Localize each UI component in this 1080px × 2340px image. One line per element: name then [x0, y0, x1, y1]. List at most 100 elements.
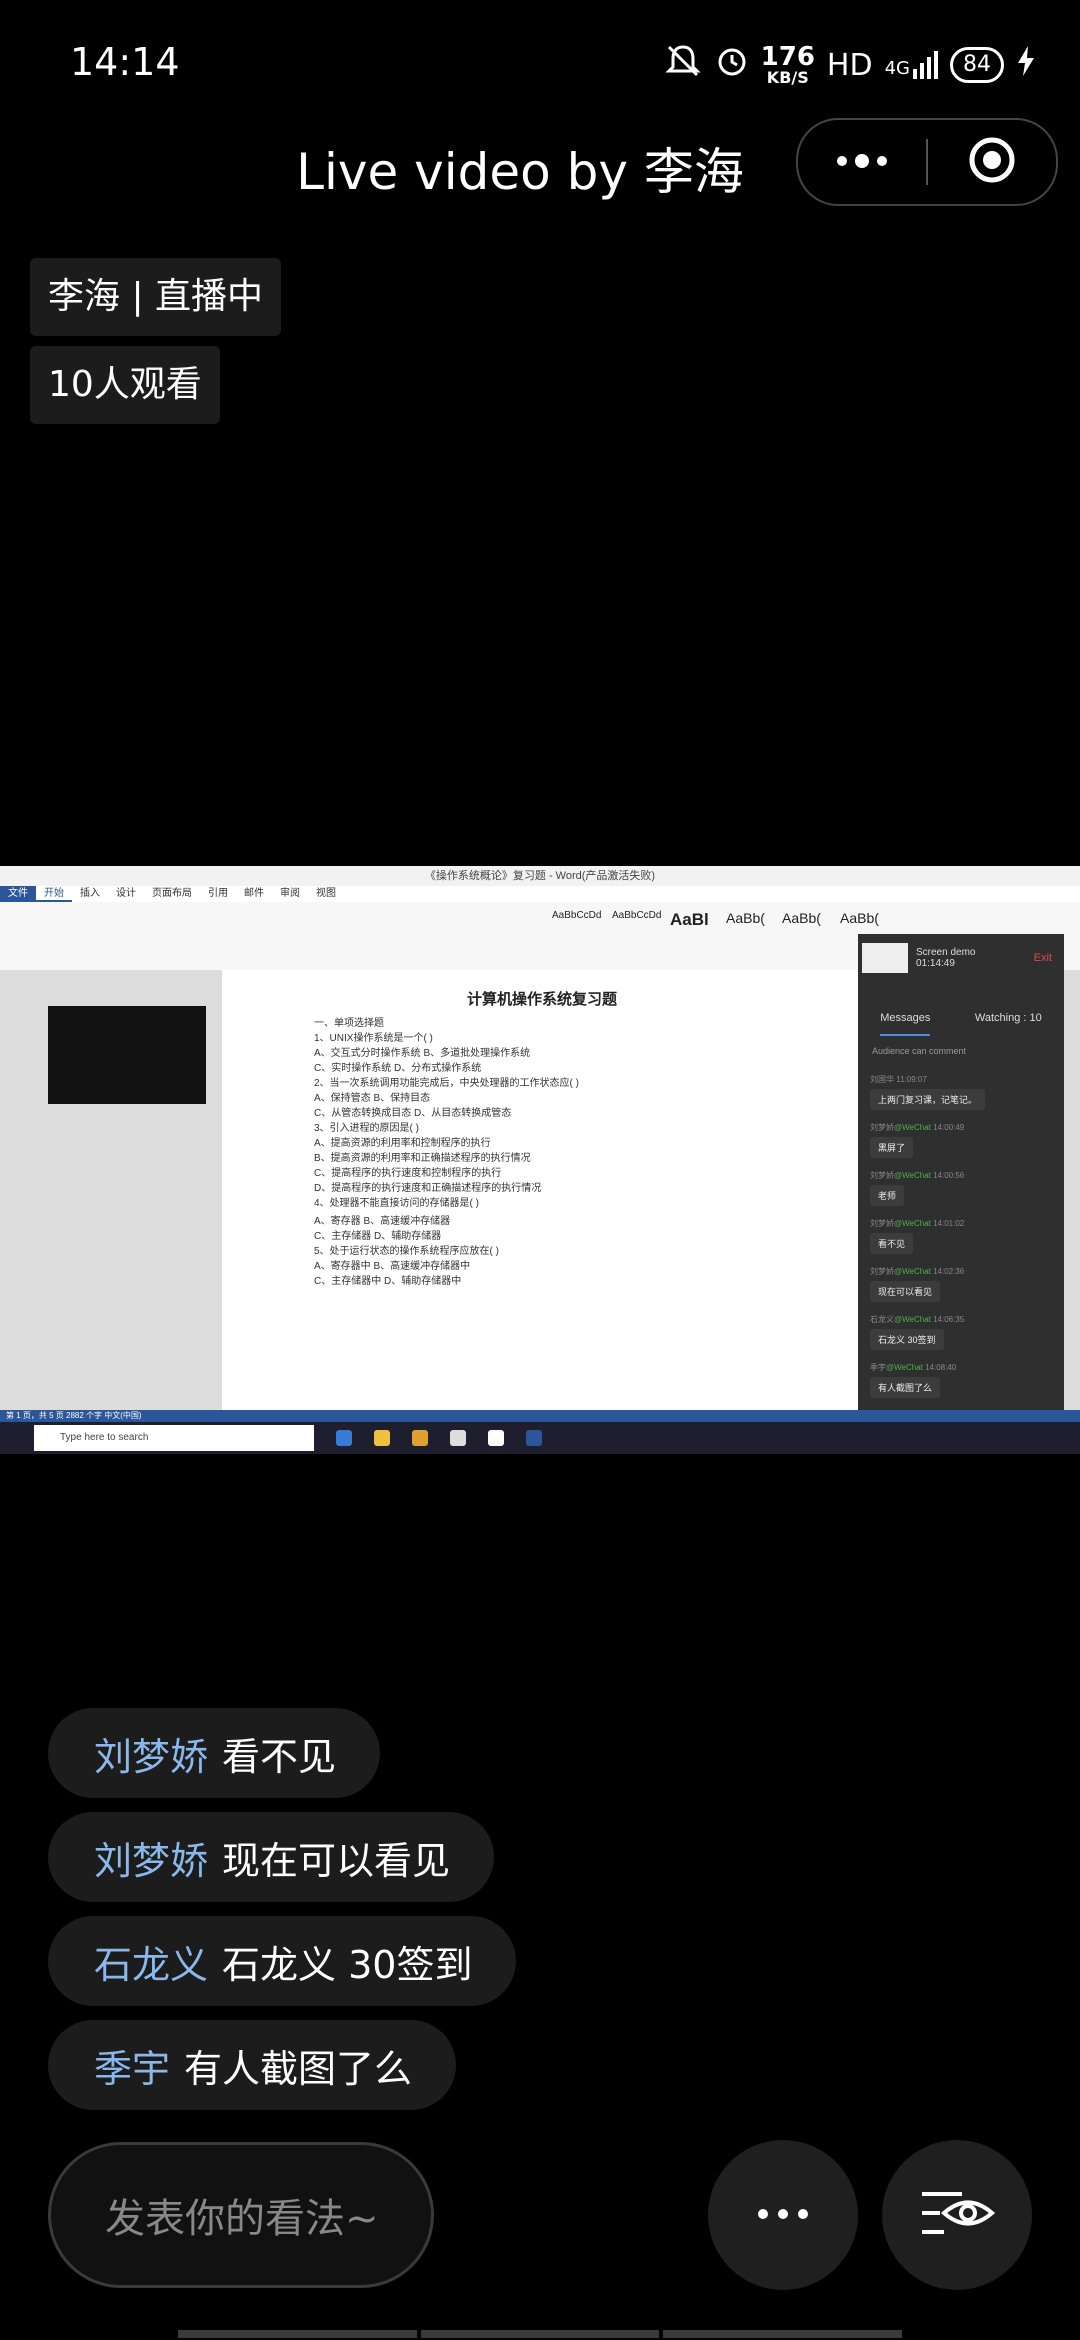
style-sample: AaBl	[670, 910, 709, 929]
panel-message: 刘梦娇@WeChat 14:00:49 黑屏了	[870, 1122, 964, 1158]
comment-item: 季宇 有人截图了么	[48, 2020, 457, 2110]
doc-line: A、寄存器中 B、高速缓冲存储器中	[314, 1261, 471, 1272]
host-status-chip: 李海 | 直播中	[30, 258, 282, 336]
doc-line: D、提高程序的执行速度和正确描述程序的执行情况	[314, 1183, 542, 1194]
close-miniprogram-button[interactable]	[928, 120, 1056, 204]
doc-line: 1、UNIX操作系统是一个( )	[314, 1033, 433, 1044]
taskbar-app-icon	[336, 1430, 352, 1446]
panel-tab-watching: Watching : 10	[974, 1012, 1042, 1024]
panel-message: 刘国华 11:09:07 上两门复习课，记笔记。	[870, 1074, 986, 1110]
style-sample: AaBb(	[782, 910, 821, 926]
doc-line: A、保持管态 B、保持目态	[314, 1093, 431, 1104]
panel-message: 刘梦娇@WeChat 14:02:36 现在可以看见	[870, 1266, 964, 1302]
hd-badge: HD	[826, 47, 873, 83]
taskbar-app-icon	[450, 1430, 466, 1446]
taskbar-app-icon	[412, 1430, 428, 1446]
panel-tabs: Messages Watching : 10	[858, 1012, 1064, 1036]
comment-text: 石龙义 30签到	[222, 1942, 473, 1987]
stream-tab: 插入	[80, 888, 100, 899]
comment-item: 刘梦娇 现在可以看见	[48, 1812, 495, 1902]
doc-line: 4、处理器不能直接访问的存储器是( )	[314, 1198, 479, 1209]
alarm-icon	[715, 44, 749, 86]
stream-tab: 开始	[36, 886, 72, 902]
comment-author: 石龙义	[94, 1942, 209, 1987]
doc-line: C、主存储器中 D、辅助存储器中	[314, 1276, 462, 1287]
record-icon	[968, 136, 1016, 188]
style-sample: AaBb(	[726, 910, 765, 926]
comment-item: 石龙义 石龙义 30签到	[48, 1916, 517, 2006]
comment-text: 有人截图了么	[184, 2046, 413, 2091]
taskbar-app-icon	[488, 1430, 504, 1446]
battery-indicator: 84	[950, 47, 1004, 83]
taskbar-app-icon	[526, 1430, 542, 1446]
panel-note: Audience can comment	[872, 1046, 967, 1056]
stream-window-title: 《操作系统概论》复习题 - Word(产品激活失败)	[0, 866, 1080, 886]
doc-line: A、交互式分时操作系统 B、多道批处理操作系统	[314, 1048, 531, 1059]
net-speed: 176 KB/S	[760, 42, 815, 87]
comment-item: 刘梦娇 看不见	[48, 1708, 381, 1798]
exit-label: Exit	[1033, 952, 1052, 964]
stream-tab: 视图	[316, 888, 336, 899]
comment-input[interactable]: 发表你的看法~	[48, 2142, 434, 2288]
header-capsule	[796, 118, 1058, 206]
signal-icon: 4G	[885, 51, 938, 79]
stream-doc-status: 第 1 页，共 5 页 2882 个字 中文(中国)	[0, 1410, 1080, 1422]
more-dots-icon	[834, 153, 890, 172]
doc-line: 3、引入进程的原因是( )	[314, 1123, 419, 1134]
status-icons: 176 KB/S HD 4G 84	[663, 42, 1036, 88]
panel-message: 石龙义@WeChat 14:06:35 石龙义 30签到	[870, 1314, 964, 1350]
bell-off-icon	[663, 43, 703, 87]
live-stream-video[interactable]: 《操作系统概论》复习题 - Word(产品激活失败) 文件 开始 插入 设计 页…	[0, 866, 1080, 1474]
viewer-count-chip: 10人观看	[30, 346, 220, 424]
panel-header: Screen demo 01:14:49 Exit	[862, 938, 1060, 978]
doc-line: C、从管态转换成目态 D、从目态转换成管态	[314, 1108, 512, 1119]
screen-thumbnail	[862, 943, 908, 973]
stream-tab: 邮件	[244, 888, 264, 899]
style-sample: AaBbCcDd	[612, 910, 662, 921]
comment-text: 看不见	[222, 1734, 337, 1779]
screen-label: Screen demo	[916, 947, 976, 958]
comment-text: 现在可以看见	[222, 1838, 451, 1883]
panel-message: 季宇@WeChat 14:08:40 有人截图了么	[870, 1362, 956, 1398]
style-sample: AaBbCcDd	[552, 910, 602, 921]
doc-line: A、寄存器 B、高速缓冲存储器	[314, 1216, 451, 1227]
viewers-eye-icon	[918, 2188, 996, 2242]
stream-tab: 审阅	[280, 888, 300, 899]
doc-line: 2、当一次系统调用功能完成后，中央处理器的工作状态应( )	[314, 1078, 579, 1089]
stream-taskbar-search: Type here to search	[34, 1425, 314, 1451]
panel-message: 刘梦娇@WeChat 14:01:02 看不见	[870, 1218, 964, 1254]
doc-line: 一、单项选择题	[314, 1018, 384, 1029]
stream-taskbar: Type here to search	[0, 1422, 1080, 1454]
charging-icon	[1016, 44, 1036, 86]
doc-title: 计算机操作系统复习题	[466, 991, 617, 1008]
stream-document: 计算机操作系统复习题 一、单项选择题 1、UNIX操作系统是一个( ) A、交互…	[222, 970, 862, 1410]
more-dots-icon	[755, 2206, 811, 2225]
doc-line: B、提高资源的利用率和正确描述程序的执行情况	[314, 1153, 531, 1164]
panel-message: 刘梦娇@WeChat 14:00:56 老师	[870, 1170, 964, 1206]
more-button[interactable]	[708, 2140, 858, 2290]
comment-author: 刘梦娇	[94, 1838, 209, 1883]
status-time: 14:14	[70, 40, 180, 84]
doc-line: 5、处于运行状态的操作系统程序应放在( )	[314, 1246, 499, 1257]
panel-tab-messages: Messages	[880, 1012, 931, 1036]
stream-tab: 引用	[208, 888, 228, 899]
doc-line: C、实时操作系统 D、分布式操作系统	[314, 1063, 482, 1074]
doc-line: A、提高资源的利用率和控制程序的执行	[314, 1138, 491, 1149]
style-sample: AaBb(	[840, 910, 879, 926]
comment-author: 季宇	[94, 2046, 171, 2091]
stream-letterbox	[0, 1454, 1080, 1474]
doc-line: C、主存储器 D、辅助存储器	[314, 1231, 442, 1242]
screen-duration: 01:14:49	[916, 958, 955, 969]
stream-chat-panel: Screen demo 01:14:49 Exit Messages Watch…	[858, 934, 1064, 1438]
comment-author: 刘梦娇	[94, 1734, 209, 1779]
more-menu-button[interactable]	[798, 120, 926, 204]
screen-info: Screen demo 01:14:49	[916, 947, 975, 969]
home-indicator	[178, 2330, 903, 2338]
stream-tab: 页面布局	[152, 888, 192, 899]
doc-line: C、提高程序的执行速度和控制程序的执行	[314, 1168, 502, 1179]
stream-tab: 文件	[0, 886, 36, 902]
stream-ribbon-tabs: 文件 开始 插入 设计 页面布局 引用 邮件 审阅 视图	[0, 886, 1080, 902]
stream-camera-thumbnail	[48, 1006, 206, 1104]
viewers-list-button[interactable]	[882, 2140, 1032, 2290]
taskbar-app-icon	[374, 1430, 390, 1446]
